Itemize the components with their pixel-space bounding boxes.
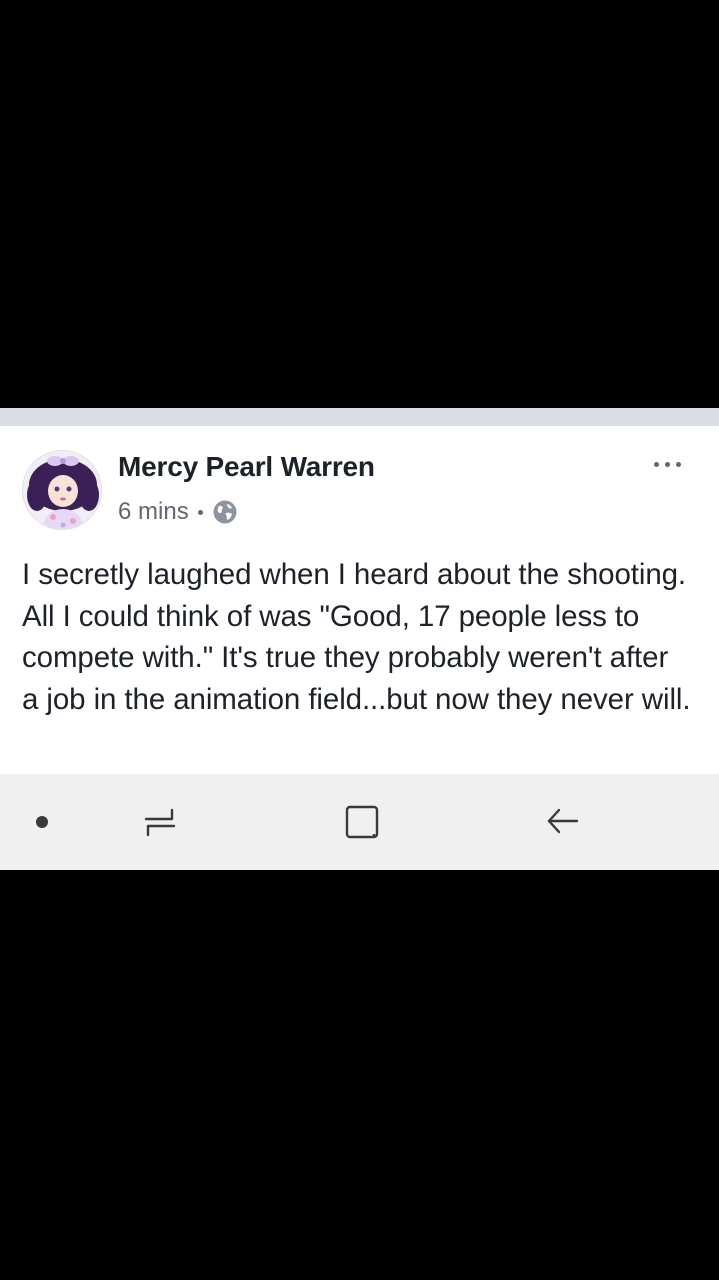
avatar-illustration (23, 451, 101, 529)
home-icon[interactable] (330, 774, 394, 870)
more-dot (676, 462, 681, 467)
top-black-area (0, 0, 719, 408)
recent-apps-icon[interactable] (128, 774, 192, 870)
more-options-icon[interactable] (654, 462, 681, 467)
system-navigation-bar (0, 774, 719, 870)
post-timestamp[interactable]: 6 mins (118, 498, 189, 526)
dot-indicator-icon[interactable] (12, 774, 72, 870)
post-meta: 6 mins (118, 495, 238, 529)
feed-separator (0, 408, 719, 426)
back-icon[interactable] (530, 774, 594, 870)
meta-separator-dot (197, 509, 203, 515)
more-dot (654, 462, 659, 467)
post-text: I secretly laughed when I heard about th… (22, 558, 691, 716)
bottom-black-area (0, 870, 719, 1280)
author-name[interactable]: Mercy Pearl Warren (118, 451, 375, 483)
globe-icon (212, 499, 238, 525)
post-card: Mercy Pearl Warren 6 mins I secretly lau… (0, 426, 719, 774)
avatar[interactable] (22, 450, 102, 530)
more-dot (665, 462, 670, 467)
